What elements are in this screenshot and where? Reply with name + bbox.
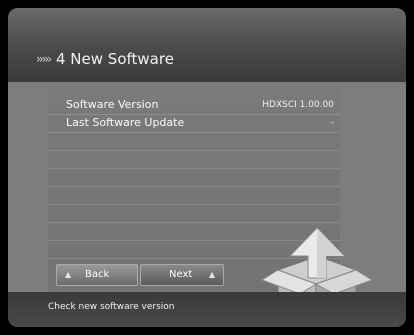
row-divider <box>48 150 340 151</box>
up-triangle-icon: ▲ <box>65 270 72 279</box>
screen: ››››› 4 New Software Software Version HD… <box>8 8 406 327</box>
status-bar: Check new software version <box>8 292 406 327</box>
chevron-icon: ››››› <box>36 52 52 66</box>
page-title: 4 New Software <box>56 50 174 68</box>
info-value: HDXSCI 1.00.00 <box>262 100 334 110</box>
back-button[interactable]: ▲ Back <box>56 264 138 286</box>
row-divider <box>48 204 340 205</box>
info-row-software-version: Software Version HDXSCI 1.00.00 <box>48 96 340 115</box>
info-label: Software Version <box>66 98 159 111</box>
title-row: ››››› 4 New Software <box>36 50 174 68</box>
row-divider <box>48 186 340 187</box>
status-text: Check new software version <box>48 302 175 312</box>
next-label: Next <box>169 269 193 280</box>
info-value: - <box>330 118 334 128</box>
info-row-last-update: Last Software Update - <box>48 114 340 133</box>
header: ››››› 4 New Software <box>8 8 406 82</box>
up-triangle-icon: ▲ <box>208 270 215 279</box>
info-label: Last Software Update <box>66 116 185 129</box>
row-divider <box>48 168 340 169</box>
back-label: Back <box>85 269 110 280</box>
row-divider <box>48 222 340 223</box>
next-button[interactable]: Next ▲ <box>140 264 224 286</box>
